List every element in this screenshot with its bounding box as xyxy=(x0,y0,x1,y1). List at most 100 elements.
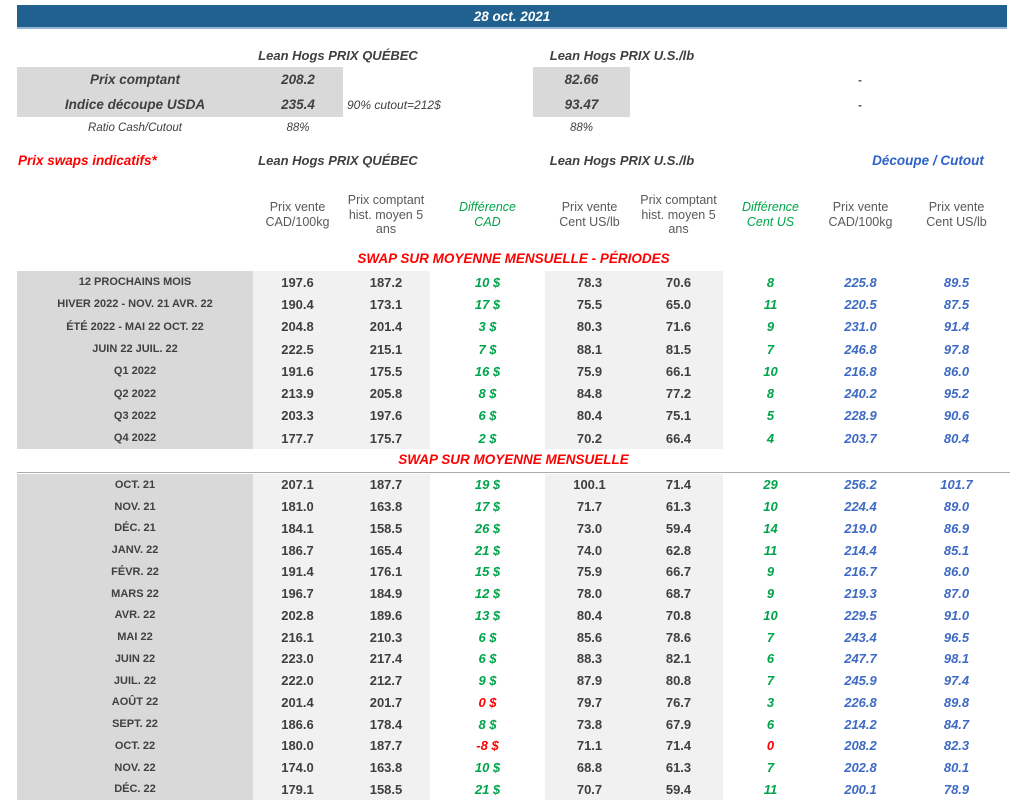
cad-sale-price: 184.1 xyxy=(253,517,342,540)
us-difference: 8 xyxy=(766,274,775,290)
cutout-cad-price: 240.2 xyxy=(844,386,877,402)
us-difference: 5 xyxy=(766,408,775,424)
summary-dash-1: - xyxy=(858,72,862,87)
cad-difference: 0 $ xyxy=(478,694,497,710)
cad-difference: 21 $ xyxy=(474,781,501,797)
row-label: OCT. 22 xyxy=(17,735,253,757)
us-sale-price: 71.1 xyxy=(545,735,634,757)
cad-difference: 8 $ xyxy=(478,716,497,732)
cad-difference: 6 $ xyxy=(478,651,497,667)
cad-difference: 13 $ xyxy=(474,607,501,623)
column-header: Prix vente Cent US/lb xyxy=(559,200,620,229)
row-label: DÉC. 21 xyxy=(17,517,253,540)
cad-difference: 15 $ xyxy=(474,564,501,580)
section-divider xyxy=(17,472,1010,473)
cad-difference: 17 $ xyxy=(474,296,501,312)
us-hist-avg: 66.4 xyxy=(634,427,723,450)
us-sale-price: 70.2 xyxy=(545,427,634,450)
row-label: DÉC. 22 xyxy=(17,778,253,801)
us-difference: 6 xyxy=(766,716,775,732)
cutout-us-price: 84.7 xyxy=(943,716,970,732)
cad-difference: 16 $ xyxy=(474,363,501,379)
section2-title: SWAP SUR MOYENNE MENSUELLE xyxy=(398,452,629,467)
cad-sale-price: 203.3 xyxy=(253,404,342,428)
cutout-cad-price: 216.8 xyxy=(844,363,877,379)
us-sale-price: 85.6 xyxy=(545,626,634,648)
us-hist-avg: 61.3 xyxy=(634,756,723,779)
cad-difference: 9 $ xyxy=(478,673,497,689)
us-sale-price: 80.4 xyxy=(545,604,634,627)
us-sale-price: 75.9 xyxy=(545,360,634,383)
cad-hist-avg: 187.7 xyxy=(342,735,430,757)
cad-difference: 12 $ xyxy=(474,586,501,602)
cutout-us-price: 87.5 xyxy=(943,296,970,312)
us-sale-price: 88.3 xyxy=(545,648,634,670)
date-header-bar: 28 oct. 2021 xyxy=(17,5,1007,29)
us-hist-avg: 61.3 xyxy=(634,495,723,518)
cutout-us-price: 96.5 xyxy=(943,629,970,645)
us-sale-price: 80.3 xyxy=(545,315,634,338)
top-us-title: Lean Hogs PRIX U.S./lb xyxy=(549,47,695,63)
cad-difference: 26 $ xyxy=(474,520,501,536)
us-hist-avg: 82.1 xyxy=(634,648,723,670)
us-hist-avg: 66.1 xyxy=(634,360,723,383)
us-hist-avg: 70.8 xyxy=(634,604,723,627)
cad-hist-avg: 184.9 xyxy=(342,582,430,605)
cad-hist-avg: 212.7 xyxy=(342,669,430,692)
swap-price-report: 28 oct. 2021 Lean Hogs PRIX QUÉBEC Lean … xyxy=(0,0,1024,805)
us-hist-avg: 77.2 xyxy=(634,382,723,405)
cad-sale-price: 186.6 xyxy=(253,713,342,735)
us-hist-avg: 62.8 xyxy=(634,539,723,561)
row-label: Q1 2022 xyxy=(17,360,253,383)
us-hist-avg: 59.4 xyxy=(634,778,723,801)
cutout-us-price: 89.0 xyxy=(943,499,970,515)
cutout-us-price: 91.0 xyxy=(943,607,970,623)
cad-hist-avg: 176.1 xyxy=(342,561,430,583)
us-hist-avg: 80.8 xyxy=(634,669,723,692)
monthly-table: OCT. 21 207.1 187.7 19 $100.1 71.4 29 256.2 101… xyxy=(17,474,1010,801)
cad-hist-avg: 201.4 xyxy=(342,315,430,338)
us-sale-price: 79.7 xyxy=(545,691,634,714)
row-label: ÉTÉ 2022 - MAI 22 OCT. 22 xyxy=(17,315,253,338)
us-sale-price: 78.3 xyxy=(545,271,634,294)
row-label: JUIN 22 xyxy=(17,648,253,670)
cad-difference: 8 $ xyxy=(478,386,497,402)
cad-sale-price: 197.6 xyxy=(253,271,342,294)
cad-difference: 21 $ xyxy=(474,542,501,558)
cutout-cad-price: 225.8 xyxy=(844,274,877,290)
cutout-cad-price: 243.4 xyxy=(844,629,877,645)
cad-sale-price: 204.8 xyxy=(253,315,342,338)
cutout-cad-price: 202.8 xyxy=(844,760,877,776)
cutout-us-price: 86.0 xyxy=(943,363,970,379)
column-header: Différence Cent US xyxy=(742,200,799,229)
summary-us-ratio: 88% xyxy=(569,122,594,134)
cutout-us-price: 97.8 xyxy=(943,341,970,357)
us-sale-price: 73.0 xyxy=(545,517,634,540)
cutout-cad-price: 224.4 xyxy=(844,499,877,515)
swaps-us-title: Lean Hogs PRIX U.S./lb xyxy=(549,152,695,168)
us-difference: 7 xyxy=(766,629,775,645)
cutout-us-price: 80.4 xyxy=(943,430,970,446)
column-header: Prix vente Cent US/lb xyxy=(926,200,987,229)
us-sale-price: 71.7 xyxy=(545,495,634,518)
cutout-cad-price: 219.3 xyxy=(844,586,877,602)
row-label: JUIL. 22 xyxy=(17,669,253,692)
cad-sale-price: 181.0 xyxy=(253,495,342,518)
column-header: Prix comptant hist. moyen 5 ans xyxy=(640,192,717,237)
us-difference: 10 xyxy=(763,363,778,379)
summary-cutout-note: 90% cutout=212$ xyxy=(347,97,441,112)
us-difference: 9 xyxy=(766,564,775,580)
swaps-quebec-title: Lean Hogs PRIX QUÉBEC xyxy=(258,152,418,168)
us-sale-price: 78.0 xyxy=(545,582,634,605)
cad-difference: 2 $ xyxy=(478,430,497,446)
cad-sale-price: 201.4 xyxy=(253,691,342,714)
row-label: AOÛT 22 xyxy=(17,691,253,714)
cutout-cad-price: 214.4 xyxy=(844,542,877,558)
us-sale-price: 84.8 xyxy=(545,382,634,405)
cad-difference: -8 $ xyxy=(476,738,499,754)
cutout-us-price: 82.3 xyxy=(943,738,970,754)
cad-sale-price: 186.7 xyxy=(253,539,342,561)
row-label: OCT. 21 xyxy=(17,474,253,496)
cutout-us-price: 86.9 xyxy=(943,520,970,536)
cad-hist-avg: 197.6 xyxy=(342,404,430,428)
